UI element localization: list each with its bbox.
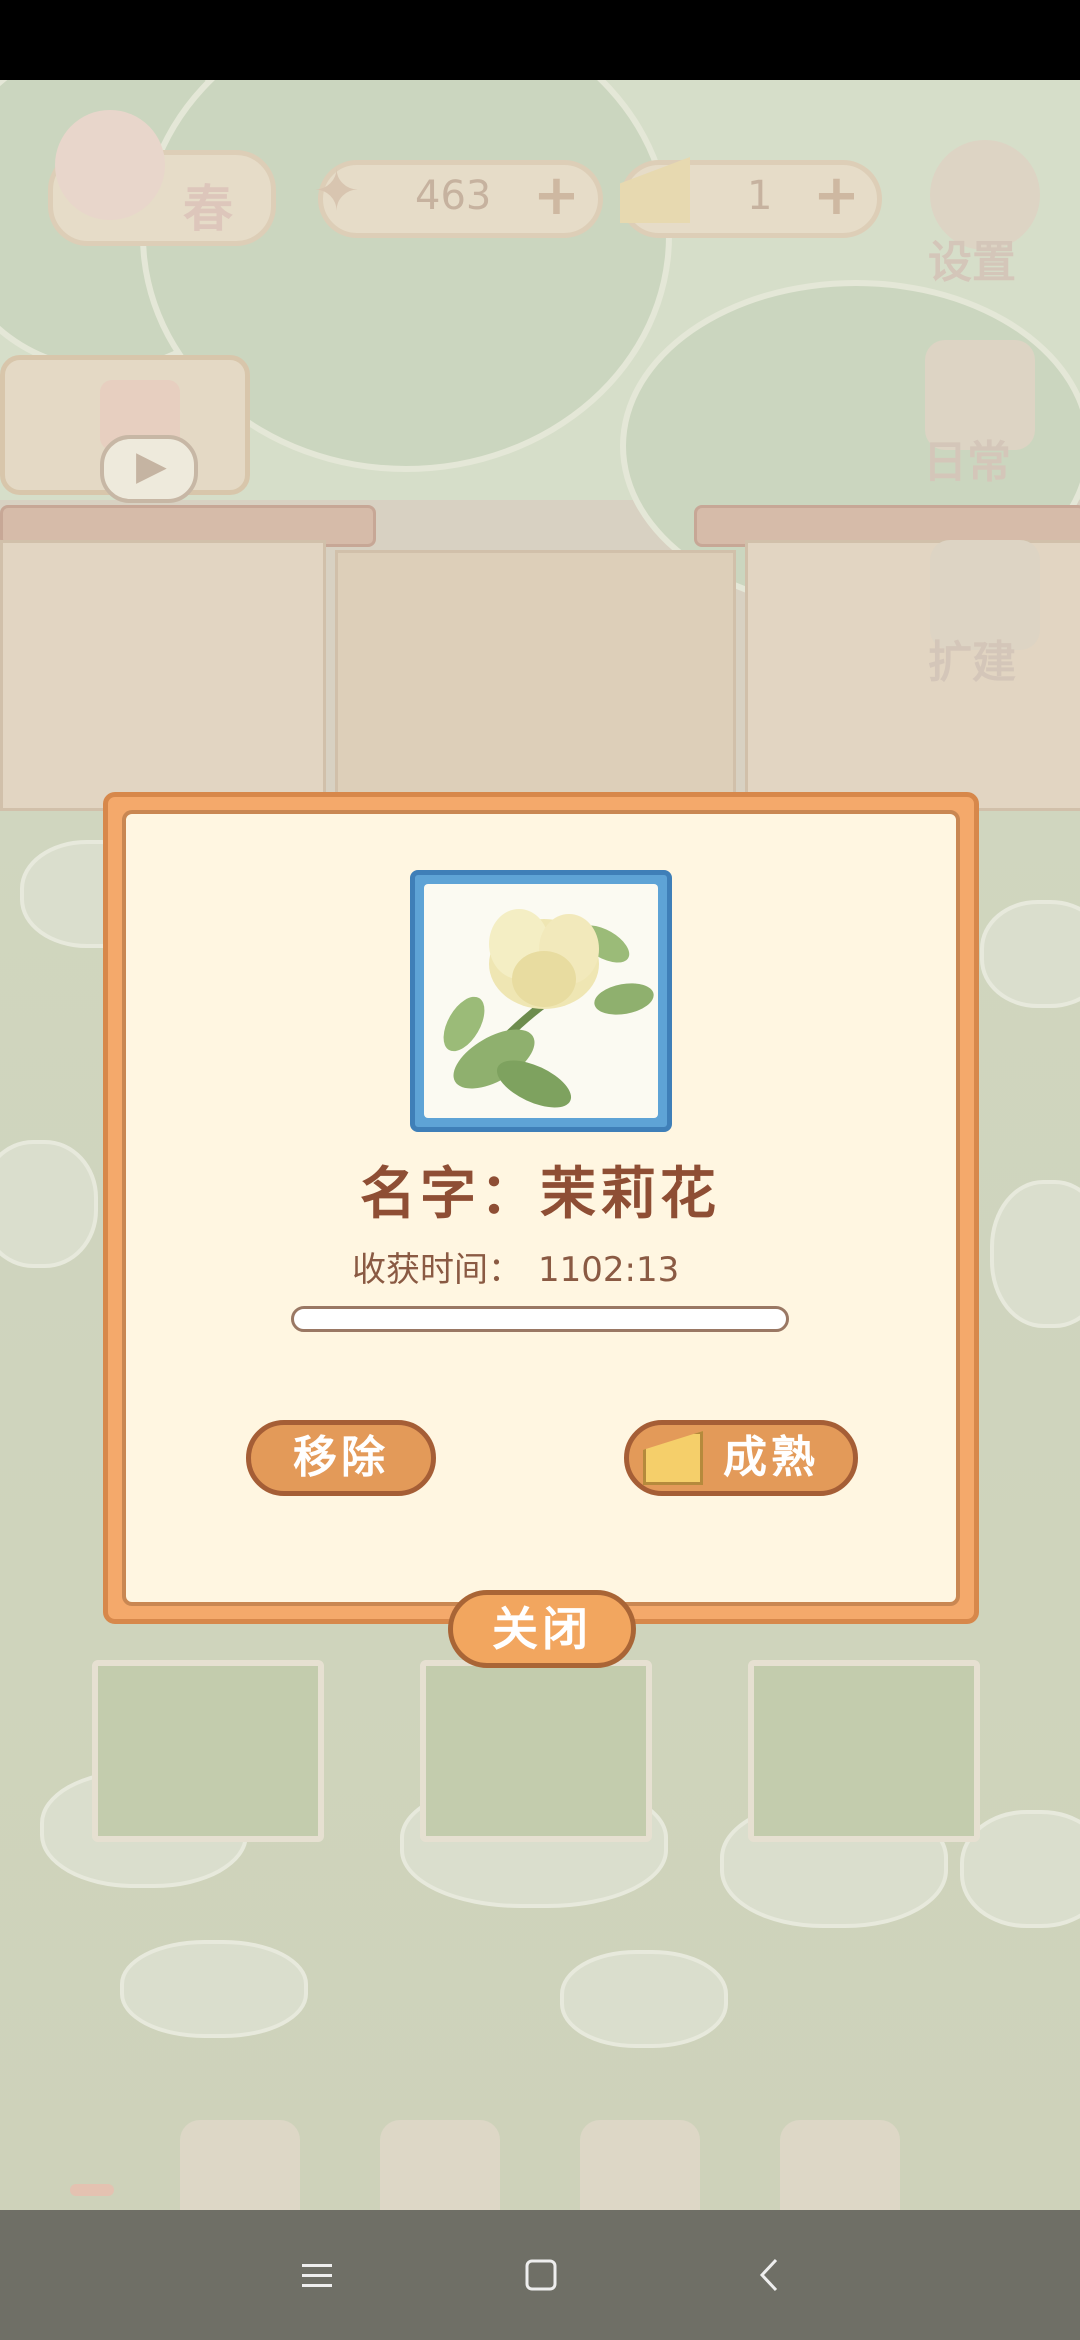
- back-chevron-icon: [759, 2258, 778, 2292]
- remove-label: 移除: [293, 1432, 389, 1483]
- ripen-button[interactable]: 成熟: [624, 1420, 858, 1496]
- home-nav-button[interactable]: [496, 2230, 586, 2320]
- harvest-time-value: 1102:13: [538, 1250, 680, 1290]
- growth-progress-bar: [291, 1306, 789, 1332]
- harvest-time-label: 收获时间：: [352, 1250, 522, 1290]
- menu-icon: [302, 2264, 332, 2287]
- cheese-icon: [643, 1431, 703, 1485]
- ripen-label: 成熟: [723, 1432, 819, 1483]
- close-label: 关闭: [492, 1602, 592, 1656]
- home-square-icon: [525, 2259, 557, 2291]
- remove-button[interactable]: 移除: [246, 1420, 436, 1496]
- jasmine-flower-image: [424, 884, 658, 1118]
- flower-name: 名字：茉莉花: [360, 1162, 720, 1227]
- back-nav-button[interactable]: [724, 2230, 814, 2320]
- close-button[interactable]: 关闭: [448, 1590, 636, 1668]
- status-bar: [0, 0, 1080, 80]
- menu-nav-button[interactable]: [272, 2230, 362, 2320]
